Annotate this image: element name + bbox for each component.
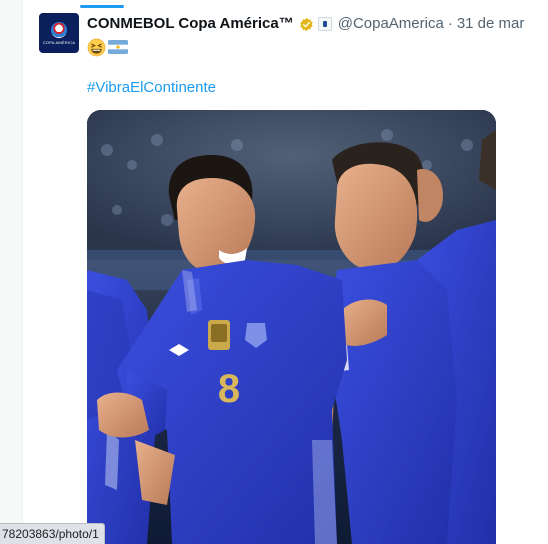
browser-status-url: 78203863/photo/1 (0, 523, 105, 544)
author-handle[interactable]: @CopaAmerica (338, 14, 444, 34)
photo-image: 8 (87, 110, 496, 544)
copa-america-crest-icon (51, 21, 67, 38)
verified-badge-icon[interactable] (299, 17, 314, 32)
tweet-header: CONMEBOL Copa América™ @CopaAmerica · 31… (87, 13, 548, 35)
jersey-number: 8 (218, 367, 240, 411)
left-gutter (0, 0, 23, 544)
tweet-date[interactable]: 31 de mar (457, 14, 525, 34)
affiliate-badge-icon[interactable] (317, 17, 332, 31)
grinning-squinting-face-icon (87, 38, 106, 57)
tweet-photo[interactable]: 8 (87, 110, 496, 544)
hashtag-link[interactable]: #VibraElContinente (87, 78, 216, 98)
separator-dot: · (447, 15, 453, 32)
active-tab-indicator (80, 5, 124, 8)
tweet-emojis (87, 37, 128, 57)
avatar[interactable]: COPA AMÉRICA (39, 13, 79, 53)
author-display-name[interactable]: CONMEBOL Copa América™ (87, 14, 294, 34)
avatar-text: COPA AMÉRICA (42, 39, 76, 45)
argentina-flag-icon (108, 40, 128, 54)
